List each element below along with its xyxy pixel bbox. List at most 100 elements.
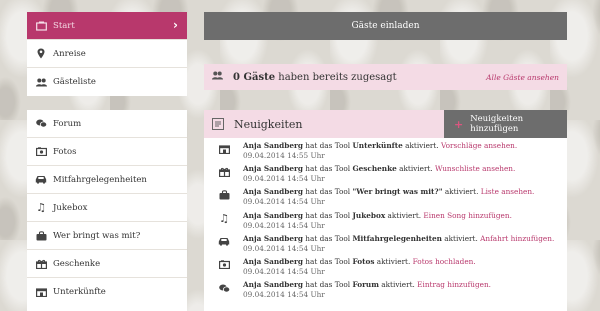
sidebar-item-mitfahrgelegenheiten[interactable]: Mitfahrgelegenheiten bbox=[27, 166, 187, 194]
news-item-text: Anja Sandberg hat das Tool Fotos aktivie… bbox=[243, 257, 476, 267]
sidebar-item-label: Geschenke bbox=[53, 258, 101, 269]
forum-icon bbox=[218, 282, 230, 294]
invite-guests-button[interactable]: Gäste einladen bbox=[204, 12, 567, 40]
car-icon bbox=[35, 174, 47, 186]
news-item-body: Anja Sandberg hat das Tool "Wer bringt w… bbox=[243, 187, 534, 206]
news-item-link[interactable]: Liste ansehen. bbox=[481, 187, 535, 196]
sidebar-item-label: Start bbox=[53, 20, 75, 31]
forum-icon bbox=[35, 118, 47, 130]
sidebar-main-nav: Start › Anreise Gästeliste bbox=[27, 12, 187, 96]
news-item-body: Anja Sandberg hat das Tool Unterkünfte a… bbox=[243, 141, 517, 160]
news-item-pre: hat das Tool bbox=[302, 280, 353, 290]
news-item: Anja Sandberg hat das Tool Forum aktivie… bbox=[204, 277, 567, 300]
sidebar-item-geschenke[interactable]: Geschenke bbox=[27, 250, 187, 278]
news-item-body: Anja Sandberg hat das Tool Geschenke akt… bbox=[243, 164, 515, 183]
music-note-icon: ♫ bbox=[219, 212, 229, 226]
sidebar-tools-nav: Forum Fotos Mitfahrgelegenheiten ♫ Jukeb… bbox=[27, 110, 187, 311]
news-item-timestamp: 09.04.2014 14:54 Uhr bbox=[243, 266, 325, 276]
news-item-timestamp: 09.04.2014 14:54 Uhr bbox=[243, 197, 325, 207]
sidebar-item-unterkuenfte[interactable]: Unterkünfte bbox=[27, 278, 187, 306]
news-item-link[interactable]: Vorschläge ansehen. bbox=[441, 141, 517, 150]
bag-icon bbox=[218, 189, 230, 201]
news-item-link[interactable]: Fotos hochladen. bbox=[413, 257, 476, 266]
news-item-body: Anja Sandberg hat das Tool Mitfahrgelege… bbox=[243, 234, 554, 253]
sidebar-item-jukebox[interactable]: ♫ Jukebox bbox=[27, 194, 187, 222]
news-item-timestamp: 09.04.2014 14:54 Uhr bbox=[243, 174, 325, 184]
add-news-label: Neuigkeiten hinzufügen bbox=[470, 114, 524, 134]
gift-icon bbox=[35, 258, 47, 270]
news-item-body: Anja Sandberg hat das Tool Jukebox aktiv… bbox=[243, 211, 512, 230]
news-icon bbox=[212, 118, 224, 130]
news-item-tool: Mitfahrgelegenheiten bbox=[352, 233, 442, 243]
plus-icon: + bbox=[454, 117, 464, 131]
photo-icon bbox=[218, 259, 230, 271]
news-item: Anja Sandberg hat das Tool "Wer bringt w… bbox=[204, 184, 567, 207]
news-item-post: aktiviert. bbox=[396, 164, 436, 174]
news-item-post: aktiviert. bbox=[374, 256, 413, 266]
sidebar-item-label: Anreise bbox=[53, 48, 86, 59]
news-item-user[interactable]: Anja Sandberg bbox=[243, 141, 303, 150]
news-item-user[interactable]: Anja Sandberg bbox=[243, 187, 303, 196]
news-item-pre: hat das Tool bbox=[302, 187, 353, 197]
news-item-text: Anja Sandberg hat das Tool Forum aktivie… bbox=[243, 280, 491, 290]
news-item-pre: hat das Tool bbox=[302, 164, 353, 174]
sidebar-item-label: Jukebox bbox=[53, 202, 88, 213]
guests-accepted-text: 0 Gäste haben bereits zugesagt bbox=[233, 72, 397, 83]
map-pin-icon bbox=[35, 48, 47, 60]
news-item-pre: hat das Tool bbox=[302, 210, 353, 220]
sidebar-item-fotos[interactable]: Fotos bbox=[27, 138, 187, 166]
news-item-body: Anja Sandberg hat das Tool Forum aktivie… bbox=[243, 280, 491, 299]
bag-icon bbox=[35, 230, 47, 242]
news-item-text: Anja Sandberg hat das Tool Unterkünfte a… bbox=[243, 141, 517, 151]
news-item-tool: Geschenke bbox=[352, 164, 397, 174]
news-item-text: Anja Sandberg hat das Tool Jukebox aktiv… bbox=[243, 211, 512, 221]
guests-count: 0 Gäste bbox=[233, 71, 276, 83]
news-item-text: Anja Sandberg hat das Tool Geschenke akt… bbox=[243, 164, 515, 174]
news-item-post: aktiviert. bbox=[442, 187, 481, 197]
home-icon bbox=[35, 20, 47, 32]
sidebar-item-gaesteliste[interactable]: Gästeliste bbox=[27, 68, 187, 96]
news-item-pre: hat das Tool bbox=[302, 256, 353, 266]
music-note-icon: ♫ bbox=[36, 201, 46, 214]
sidebar-item-label: Mitfahrgelegenheiten bbox=[53, 174, 147, 185]
news-item: Anja Sandberg hat das Tool Mitfahrgelege… bbox=[204, 231, 567, 254]
news-item-body: Anja Sandberg hat das Tool Fotos aktivie… bbox=[243, 257, 476, 276]
guests-icon bbox=[35, 76, 47, 88]
news-item-timestamp: 09.04.2014 14:54 Uhr bbox=[243, 243, 325, 253]
sidebar-item-label: Wer bringt was mit? bbox=[53, 230, 141, 241]
all-guests-link[interactable]: Alle Gäste ansehen bbox=[486, 73, 559, 82]
guests-accepted-suffix: haben bereits zugesagt bbox=[275, 71, 397, 83]
sidebar-item-label: Unterkünfte bbox=[53, 287, 106, 297]
news-item-link[interactable]: Eintrag hinzufügen. bbox=[417, 280, 491, 289]
invite-guests-label: Gäste einladen bbox=[351, 21, 420, 31]
news-item-user[interactable]: Anja Sandberg bbox=[243, 211, 303, 220]
news-item: Anja Sandberg hat das Tool Fotos aktivie… bbox=[204, 254, 567, 277]
news-item: Anja Sandberg hat das Tool Unterkünfte a… bbox=[204, 138, 567, 161]
gift-icon bbox=[218, 166, 230, 178]
sidebar-item-anreise[interactable]: Anreise bbox=[27, 40, 187, 68]
sidebar-item-start[interactable]: Start › bbox=[27, 12, 187, 40]
news-item-tool: Fotos bbox=[352, 256, 375, 266]
news-title: Neuigkeiten bbox=[234, 117, 303, 131]
sidebar-item-label: Fotos bbox=[53, 146, 77, 157]
news-item-link[interactable]: Wunschliste ansehen. bbox=[435, 164, 515, 173]
news-item-tool: "Wer bringt was mit?" bbox=[352, 187, 443, 197]
add-news-button[interactable]: + Neuigkeiten hinzufügen bbox=[444, 110, 567, 138]
news-item-user[interactable]: Anja Sandberg bbox=[243, 164, 303, 173]
news-item-post: aktiviert. bbox=[378, 280, 418, 290]
house-icon bbox=[35, 286, 47, 298]
news-item-user[interactable]: Anja Sandberg bbox=[243, 280, 303, 289]
news-item: Anja Sandberg hat das Tool Geschenke akt… bbox=[204, 161, 567, 184]
sidebar-item-wer-bringt-was-mit[interactable]: Wer bringt was mit? bbox=[27, 222, 187, 250]
sidebar-item-label: Forum bbox=[53, 118, 82, 129]
news-item-text: Anja Sandberg hat das Tool Mitfahrgelege… bbox=[243, 234, 554, 244]
news-item-link[interactable]: Anfahrt hinzufügen. bbox=[480, 234, 554, 243]
news-item-post: aktiviert. bbox=[402, 141, 441, 150]
sidebar-item-forum[interactable]: Forum bbox=[27, 110, 187, 138]
news-item-link[interactable]: Einen Song hinzufügen. bbox=[423, 211, 511, 220]
news-item-text: Anja Sandberg hat das Tool "Wer bringt w… bbox=[243, 187, 534, 197]
news-item-user[interactable]: Anja Sandberg bbox=[243, 257, 303, 266]
chevron-right-icon: › bbox=[173, 18, 178, 32]
news-item-user[interactable]: Anja Sandberg bbox=[243, 234, 303, 243]
news-item-pre: hat das Tool bbox=[302, 141, 353, 150]
